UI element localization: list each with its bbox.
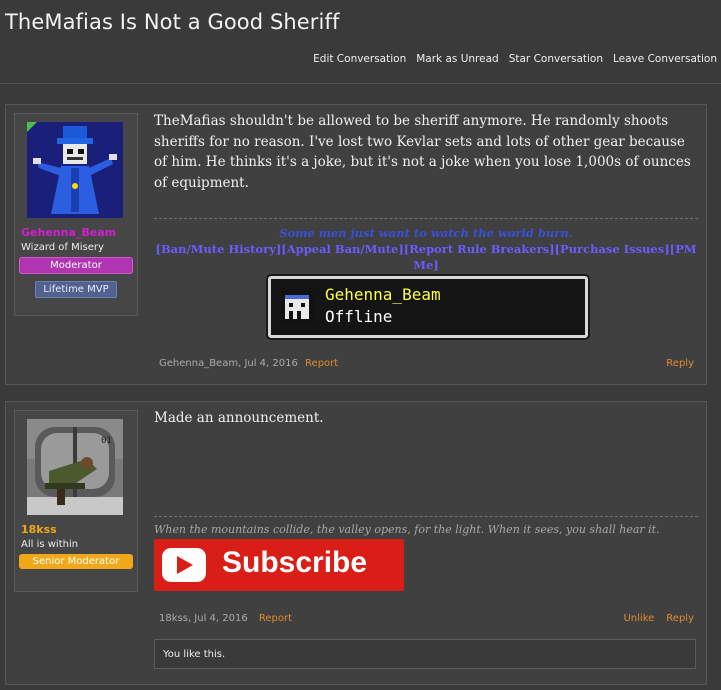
star-conversation-link[interactable]: Star Conversation <box>509 53 603 65</box>
signature-text: When the mountains collide, the valley o… <box>154 523 660 536</box>
wizard-skeleton-avatar-icon <box>27 122 117 214</box>
reply-link[interactable]: Reply <box>666 613 694 624</box>
reply-link[interactable]: Reply <box>666 358 694 369</box>
signature-divider <box>154 516 698 517</box>
page-title: TheMafias Is Not a Good Sheriff <box>5 10 340 34</box>
skull-icon <box>281 291 313 323</box>
report-rule-breakers-link[interactable]: [Report Rule Breakers] <box>404 242 555 256</box>
purchase-issues-link[interactable]: [Purchase Issues] <box>555 242 670 256</box>
svg-text:01: 01 <box>101 436 112 446</box>
post-date[interactable]: Jul 4, 2016 <box>244 358 297 369</box>
user-title: All is within <box>21 539 79 550</box>
avatar[interactable] <box>27 122 123 218</box>
post-actions: Unlike Reply <box>623 613 694 624</box>
post-meta: 18kss, Jul 4, 2016 Report <box>159 613 293 624</box>
message-text: TheMafias shouldn't be allowed to be she… <box>154 113 691 191</box>
edit-conversation-link[interactable]: Edit Conversation <box>313 53 406 65</box>
user-title: Wizard of Misery <box>21 242 104 253</box>
card-player-name: Gehenna_Beam <box>325 285 441 304</box>
post-author[interactable]: Gehenna_Beam <box>159 358 238 369</box>
post-date[interactable]: Jul 4, 2016 <box>194 613 247 624</box>
report-link[interactable]: Report <box>259 613 292 624</box>
play-icon <box>177 556 193 574</box>
appeal-ban-link[interactable]: [Appeal Ban/Mute] <box>281 242 403 256</box>
username[interactable]: 18kss <box>21 523 137 536</box>
username[interactable]: Gehenna_Beam <box>21 226 137 239</box>
user-info: Gehenna_Beam Wizard of Misery Moderator … <box>14 113 138 316</box>
leave-conversation-link[interactable]: Leave Conversation <box>613 53 717 65</box>
signature-links: [Ban/Mute History][Appeal Ban/Mute][Repo… <box>154 241 698 273</box>
message-text: Made an announcement. <box>154 410 324 426</box>
post-meta: Gehenna_Beam, Jul 4, 2016 Report <box>159 358 339 369</box>
message-post: 01 18kss All is within Senior Moderator … <box>5 401 707 685</box>
lifetime-mvp-badge: Lifetime MVP <box>35 281 117 298</box>
avatar[interactable]: 01 <box>27 419 123 515</box>
signature-divider <box>154 218 698 219</box>
minecraft-status-card[interactable]: Gehenna_Beam Offline <box>266 274 590 340</box>
role-badge: Moderator <box>19 257 133 274</box>
post-actions: Reply <box>666 358 694 369</box>
user-info: 01 18kss All is within Senior Moderator <box>14 410 138 592</box>
post-author[interactable]: 18kss <box>159 613 188 624</box>
card-player-status: Offline <box>325 307 393 326</box>
report-link[interactable]: Report <box>305 358 338 369</box>
header-divider <box>0 83 721 84</box>
role-badge: Senior Moderator <box>19 554 133 569</box>
signature-quote: Some men just want to watch the world bu… <box>279 226 573 240</box>
mark-unread-link[interactable]: Mark as Unread <box>416 53 498 65</box>
ban-history-link[interactable]: [Ban/Mute History] <box>156 242 282 256</box>
subscribe-label: Subscribe <box>222 546 368 579</box>
subscribe-banner[interactable]: Subscribe <box>154 539 404 591</box>
conversation-actions: Edit Conversation Mark as Unread Star Co… <box>313 53 717 65</box>
message-post: Gehenna_Beam Wizard of Misery Moderator … <box>5 104 707 385</box>
unlike-link[interactable]: Unlike <box>623 613 654 624</box>
soldier-avatar-icon: 01 <box>27 419 123 515</box>
likes-summary: You like this. <box>154 639 696 669</box>
